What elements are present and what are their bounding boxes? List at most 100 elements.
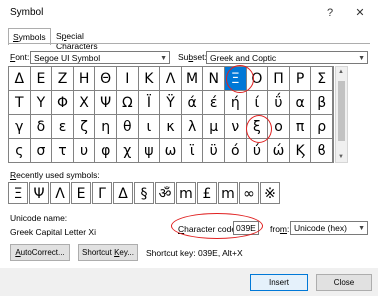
symbol-cell[interactable]: ί [246, 91, 269, 115]
help-button[interactable]: ? [318, 4, 342, 22]
symbol-cell[interactable]: Ϊ [138, 91, 161, 115]
recent-symbol[interactable]: Ε [71, 182, 91, 204]
symbol-grid: ΔΕΖΗΘΙΚΛΜΝΞΟΠΡΣ ΤΥΦΧΨΩΪΫάέήίΰαβ γδεζηθικλμ… [8, 66, 334, 163]
symbol-cell[interactable]: Ϗ [289, 139, 312, 163]
symbol-cell[interactable]: έ [203, 91, 225, 115]
recent-symbol[interactable]: Ψ [29, 182, 49, 204]
subset-select[interactable]: Greek and Coptic ▼ [206, 51, 368, 64]
symbol-cell[interactable]: Λ [160, 67, 182, 91]
scroll-down-icon[interactable]: ▼ [338, 154, 344, 160]
symbol-cell[interactable]: δ [30, 115, 53, 139]
symbol-cell[interactable]: Χ [73, 91, 96, 115]
symbol-cell[interactable]: ι [138, 115, 161, 139]
recent-symbol[interactable]: § [134, 182, 154, 204]
subset-select-value: Greek and Coptic [210, 53, 277, 63]
symbol-cell[interactable]: σ [30, 139, 53, 163]
symbol-cell[interactable]: κ [160, 115, 182, 139]
symbol-cell[interactable]: Ζ [52, 67, 74, 91]
recent-symbol[interactable]: m [176, 182, 196, 204]
symbol-cell[interactable]: ψ [138, 139, 161, 163]
symbol-cell[interactable]: Μ [181, 67, 204, 91]
symbol-cell[interactable]: Ν [203, 67, 225, 91]
chevron-down-icon: ▼ [160, 55, 167, 62]
symbol-cell[interactable]: Ρ [289, 67, 312, 91]
symbol-cell[interactable]: Ι [117, 67, 139, 91]
recent-symbol[interactable]: ※ [260, 182, 280, 204]
insert-button[interactable]: Insert [250, 274, 308, 291]
symbol-cell[interactable]: π [289, 115, 312, 139]
symbol-cell[interactable]: Π [268, 67, 290, 91]
symbol-cell[interactable]: α [289, 91, 312, 115]
recent-symbol[interactable]: ॐ [155, 182, 175, 204]
symbol-cell[interactable]: ν [225, 115, 247, 139]
symbol-cell[interactable]: ό [225, 139, 247, 163]
symbol-cell[interactable]: Δ [9, 67, 31, 91]
symbol-cell[interactable]: Ψ [95, 91, 117, 115]
symbol-cell[interactable]: Υ [30, 91, 53, 115]
symbol-cell[interactable]: ω [160, 139, 182, 163]
symbol-cell[interactable]: Ϋ [160, 91, 182, 115]
recent-label-text: ecently used symbols: [16, 170, 100, 180]
symbol-cell[interactable]: ΰ [268, 91, 290, 115]
symbol-cell[interactable]: Ξ [225, 67, 247, 91]
symbol-cell[interactable]: ε [52, 115, 74, 139]
symbol-cell[interactable]: θ [117, 115, 139, 139]
symbol-cell[interactable]: ζ [73, 115, 96, 139]
recent-symbols: Ξ Ψ Λ Ε Γ Δ § ॐ m £ m ∞ ※ [8, 182, 348, 204]
symbol-cell[interactable]: Κ [138, 67, 161, 91]
recent-symbol[interactable]: £ [197, 182, 217, 204]
recent-symbol[interactable]: Ξ [8, 182, 28, 204]
close-button[interactable]: Close [316, 274, 372, 291]
close-window-button[interactable]: ✕ [348, 4, 372, 22]
symbol-cell[interactable]: Τ [9, 91, 31, 115]
symbol-cell[interactable]: ξ [246, 115, 269, 139]
from-label: from: [270, 224, 289, 234]
symbol-cell[interactable]: γ [9, 115, 31, 139]
symbol-cell[interactable]: ς [9, 139, 31, 163]
scroll-up-icon[interactable]: ▲ [338, 69, 344, 75]
symbol-cell[interactable]: ύ [246, 139, 269, 163]
font-select[interactable]: Segoe UI Symbol ▼ [30, 51, 170, 64]
symbol-cell[interactable]: φ [95, 139, 117, 163]
symbol-cell[interactable]: ρ [311, 115, 333, 139]
chevron-down-icon: ▼ [358, 225, 365, 232]
autocorrect-button[interactable]: AutoCorrect... [10, 244, 70, 261]
recent-symbol[interactable]: Δ [113, 182, 133, 204]
from-label-hotkey: m [279, 224, 288, 234]
symbol-cell[interactable]: ώ [268, 139, 290, 163]
shortcut-key-button[interactable]: Shortcut Key... [78, 244, 138, 261]
char-code-input[interactable]: 039E [233, 221, 259, 235]
symbol-cell[interactable]: Ο [246, 67, 269, 91]
symbol-cell[interactable]: Ε [30, 67, 53, 91]
symbol-cell[interactable]: χ [117, 139, 139, 163]
symbol-cell[interactable]: Η [73, 67, 96, 91]
symbol-cell[interactable]: λ [181, 115, 204, 139]
symbol-cell[interactable]: τ [52, 139, 74, 163]
symbol-cell[interactable]: η [95, 115, 117, 139]
symbol-cell[interactable]: β [311, 91, 333, 115]
symbol-cell[interactable]: ϐ [311, 139, 333, 163]
symbol-cell[interactable]: Φ [52, 91, 74, 115]
symbol-cell[interactable]: ϊ [181, 139, 204, 163]
symbol-cell[interactable]: μ [203, 115, 225, 139]
symbol-cell[interactable]: ή [225, 91, 247, 115]
symbol-cell[interactable]: Σ [311, 67, 333, 91]
chevron-down-icon: ▼ [358, 55, 365, 62]
grid-scrollbar[interactable]: ▲ ▼ [335, 66, 348, 163]
font-select-value: Segoe UI Symbol [34, 53, 101, 63]
recent-symbol[interactable]: ∞ [239, 182, 259, 204]
symbol-cell[interactable]: ά [181, 91, 204, 115]
symbol-cell[interactable]: Ω [117, 91, 139, 115]
symbol-cell[interactable]: ϋ [203, 139, 225, 163]
scrollbar-thumb[interactable] [338, 81, 345, 141]
symbol-cell[interactable]: ο [268, 115, 290, 139]
window-title: Symbol [10, 7, 44, 18]
from-select[interactable]: Unicode (hex) ▼ [290, 221, 368, 235]
from-label-prefix: fro [270, 224, 280, 234]
recent-symbol[interactable]: m [218, 182, 238, 204]
recent-symbol[interactable]: Λ [50, 182, 70, 204]
subset-label-text: set: [193, 52, 207, 62]
symbol-cell[interactable]: Θ [95, 67, 117, 91]
symbol-cell[interactable]: υ [73, 139, 96, 163]
recent-symbol[interactable]: Γ [92, 182, 112, 204]
